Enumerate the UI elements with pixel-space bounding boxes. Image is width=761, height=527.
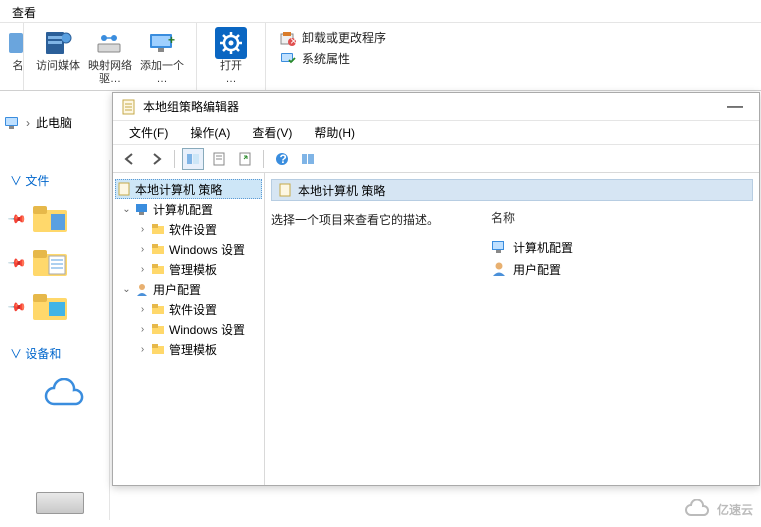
tree-software-settings-2[interactable]: ›软件设置 [115, 299, 262, 319]
list-item-user[interactable]: 用户配置 [491, 258, 753, 280]
policy-tree[interactable]: 本地计算机 策略 ⌄ 计算机配置 ›软件设置 ›Windows 设置 ›管理模板… [113, 173, 265, 485]
media-server-icon [42, 28, 74, 58]
svg-text:+: + [168, 33, 175, 47]
ribbon-group-network: 访问媒体 映射网络 驱… + 添加一个 … [24, 23, 197, 90]
ribbon: 名 访问媒体 映射网络 驱… + 添加一个 … 打开 … × 卸载或更改程序 [0, 23, 761, 91]
policy-doc-icon [278, 183, 292, 197]
ribbon-group-system: × 卸载或更改程序 系统属性 [266, 23, 400, 90]
chevron-right-icon[interactable]: › [26, 116, 30, 130]
folder-icon [151, 322, 165, 336]
computer-icon [491, 239, 507, 255]
uninstall-icon: × [280, 30, 296, 46]
tree-admin-templates-2[interactable]: ›管理模板 [115, 339, 262, 359]
filter-button[interactable] [297, 148, 319, 170]
menu-action[interactable]: 操作(A) [180, 122, 240, 143]
pin-icon: 📌 [7, 209, 27, 229]
tree-computer-config[interactable]: ⌄ 计算机配置 [115, 199, 262, 219]
folder-icon [33, 292, 69, 322]
menu-file[interactable]: 文件(F) [119, 122, 178, 143]
folder-icon [151, 222, 165, 236]
drive-icon[interactable] [36, 492, 84, 514]
map-network-drive-button[interactable]: 映射网络 驱… [84, 25, 136, 86]
back-button[interactable] [119, 148, 141, 170]
column-name[interactable]: 名称 [491, 207, 753, 236]
quick-folder-3[interactable]: 📌 [10, 285, 109, 329]
svg-text:×: × [290, 34, 296, 46]
tree-windows-settings-1[interactable]: ›Windows 设置 [115, 239, 262, 259]
cloud-logo-icon [683, 499, 711, 519]
user-icon [135, 282, 149, 296]
mmc-menu-bar: 文件(F) 操作(A) 查看(V) 帮助(H) [113, 121, 759, 145]
sidebar-section-files[interactable]: ∨ 文件 [10, 172, 109, 189]
menu-view[interactable]: 查看(V) [242, 122, 302, 143]
folder-icon [151, 342, 165, 356]
cloud-icon[interactable] [40, 378, 88, 412]
explorer-sidebar: ∨ 文件 📌 📌 📌 ∨ 设备和 [0, 160, 110, 520]
folder-icon [151, 242, 165, 256]
folder-icon [151, 262, 165, 276]
tab-view[interactable]: 查看 [0, 0, 48, 25]
show-hide-tree-button[interactable] [182, 148, 204, 170]
folder-icon [33, 248, 69, 278]
sidebar-section-devices[interactable]: ∨ 设备和 [10, 345, 109, 362]
ribbon-group-stub: 名 [0, 23, 24, 90]
details-header: 本地计算机 策略 [271, 179, 753, 201]
collapse-icon[interactable]: ⌄ [121, 284, 132, 295]
system-properties-button[interactable]: 系统属性 [280, 50, 386, 67]
quick-folder-2[interactable]: 📌 [10, 241, 109, 285]
tree-admin-templates-1[interactable]: ›管理模板 [115, 259, 262, 279]
folder-icon [151, 302, 165, 316]
help-button[interactable]: ? [271, 148, 293, 170]
monitor-check-icon [280, 51, 296, 67]
pin-icon: 📌 [7, 253, 27, 273]
expand-icon[interactable]: › [137, 304, 148, 315]
quick-folder-1[interactable]: 📌 [10, 197, 109, 241]
expand-icon[interactable]: › [137, 324, 148, 335]
collapse-icon[interactable]: ⌄ [121, 204, 132, 215]
mmc-toolbar: ? [113, 145, 759, 173]
tree-windows-settings-2[interactable]: ›Windows 设置 [115, 319, 262, 339]
open-settings-button[interactable]: 打开 … [205, 25, 257, 86]
mmc-window: 本地组策略编辑器 — 文件(F) 操作(A) 查看(V) 帮助(H) ? 本地计… [112, 92, 760, 486]
minimize-button[interactable]: — [719, 98, 751, 116]
expand-icon[interactable]: › [137, 264, 148, 275]
tree-software-settings-1[interactable]: ›软件设置 [115, 219, 262, 239]
window-title: 本地组策略编辑器 [143, 98, 239, 115]
folder-icon [33, 204, 69, 234]
mmc-title-bar[interactable]: 本地组策略编辑器 — [113, 93, 759, 121]
export-button[interactable] [234, 148, 256, 170]
properties-button[interactable] [208, 148, 230, 170]
explorer-tab-row: 查看 [0, 0, 761, 23]
uninstall-programs-button[interactable]: × 卸载或更改程序 [280, 29, 386, 46]
details-list[interactable]: 名称 计算机配置 用户配置 [491, 207, 753, 479]
list-item-computer[interactable]: 计算机配置 [491, 236, 753, 258]
menu-help[interactable]: 帮助(H) [304, 122, 365, 143]
ribbon-group-open: 打开 … [197, 23, 266, 90]
expand-icon[interactable]: › [137, 244, 148, 255]
add-one-button[interactable]: + 添加一个 … [136, 25, 188, 86]
breadcrumb-thispc[interactable]: 此电脑 [36, 114, 72, 131]
tree-root[interactable]: 本地计算机 策略 [115, 179, 262, 199]
policy-doc-icon [121, 99, 137, 115]
details-pane: 本地计算机 策略 选择一个项目来查看它的描述。 名称 计算机配置 用户配置 [265, 173, 759, 485]
forward-button[interactable] [145, 148, 167, 170]
tree-user-config[interactable]: ⌄ 用户配置 [115, 279, 262, 299]
monitor-icon [4, 115, 20, 131]
map-drive-icon [94, 30, 126, 56]
svg-text:?: ? [280, 152, 287, 166]
user-icon [491, 261, 507, 277]
access-media-button[interactable]: 访问媒体 [32, 25, 84, 73]
expand-icon[interactable]: › [137, 224, 148, 235]
gear-box-icon [215, 27, 247, 59]
add-monitor-icon: + [146, 30, 178, 56]
computer-icon [135, 202, 149, 216]
watermark: 亿速云 [683, 499, 753, 519]
description-text: 选择一个项目来查看它的描述。 [271, 207, 471, 479]
expand-icon[interactable]: › [137, 344, 148, 355]
pin-icon: 📌 [7, 297, 27, 317]
